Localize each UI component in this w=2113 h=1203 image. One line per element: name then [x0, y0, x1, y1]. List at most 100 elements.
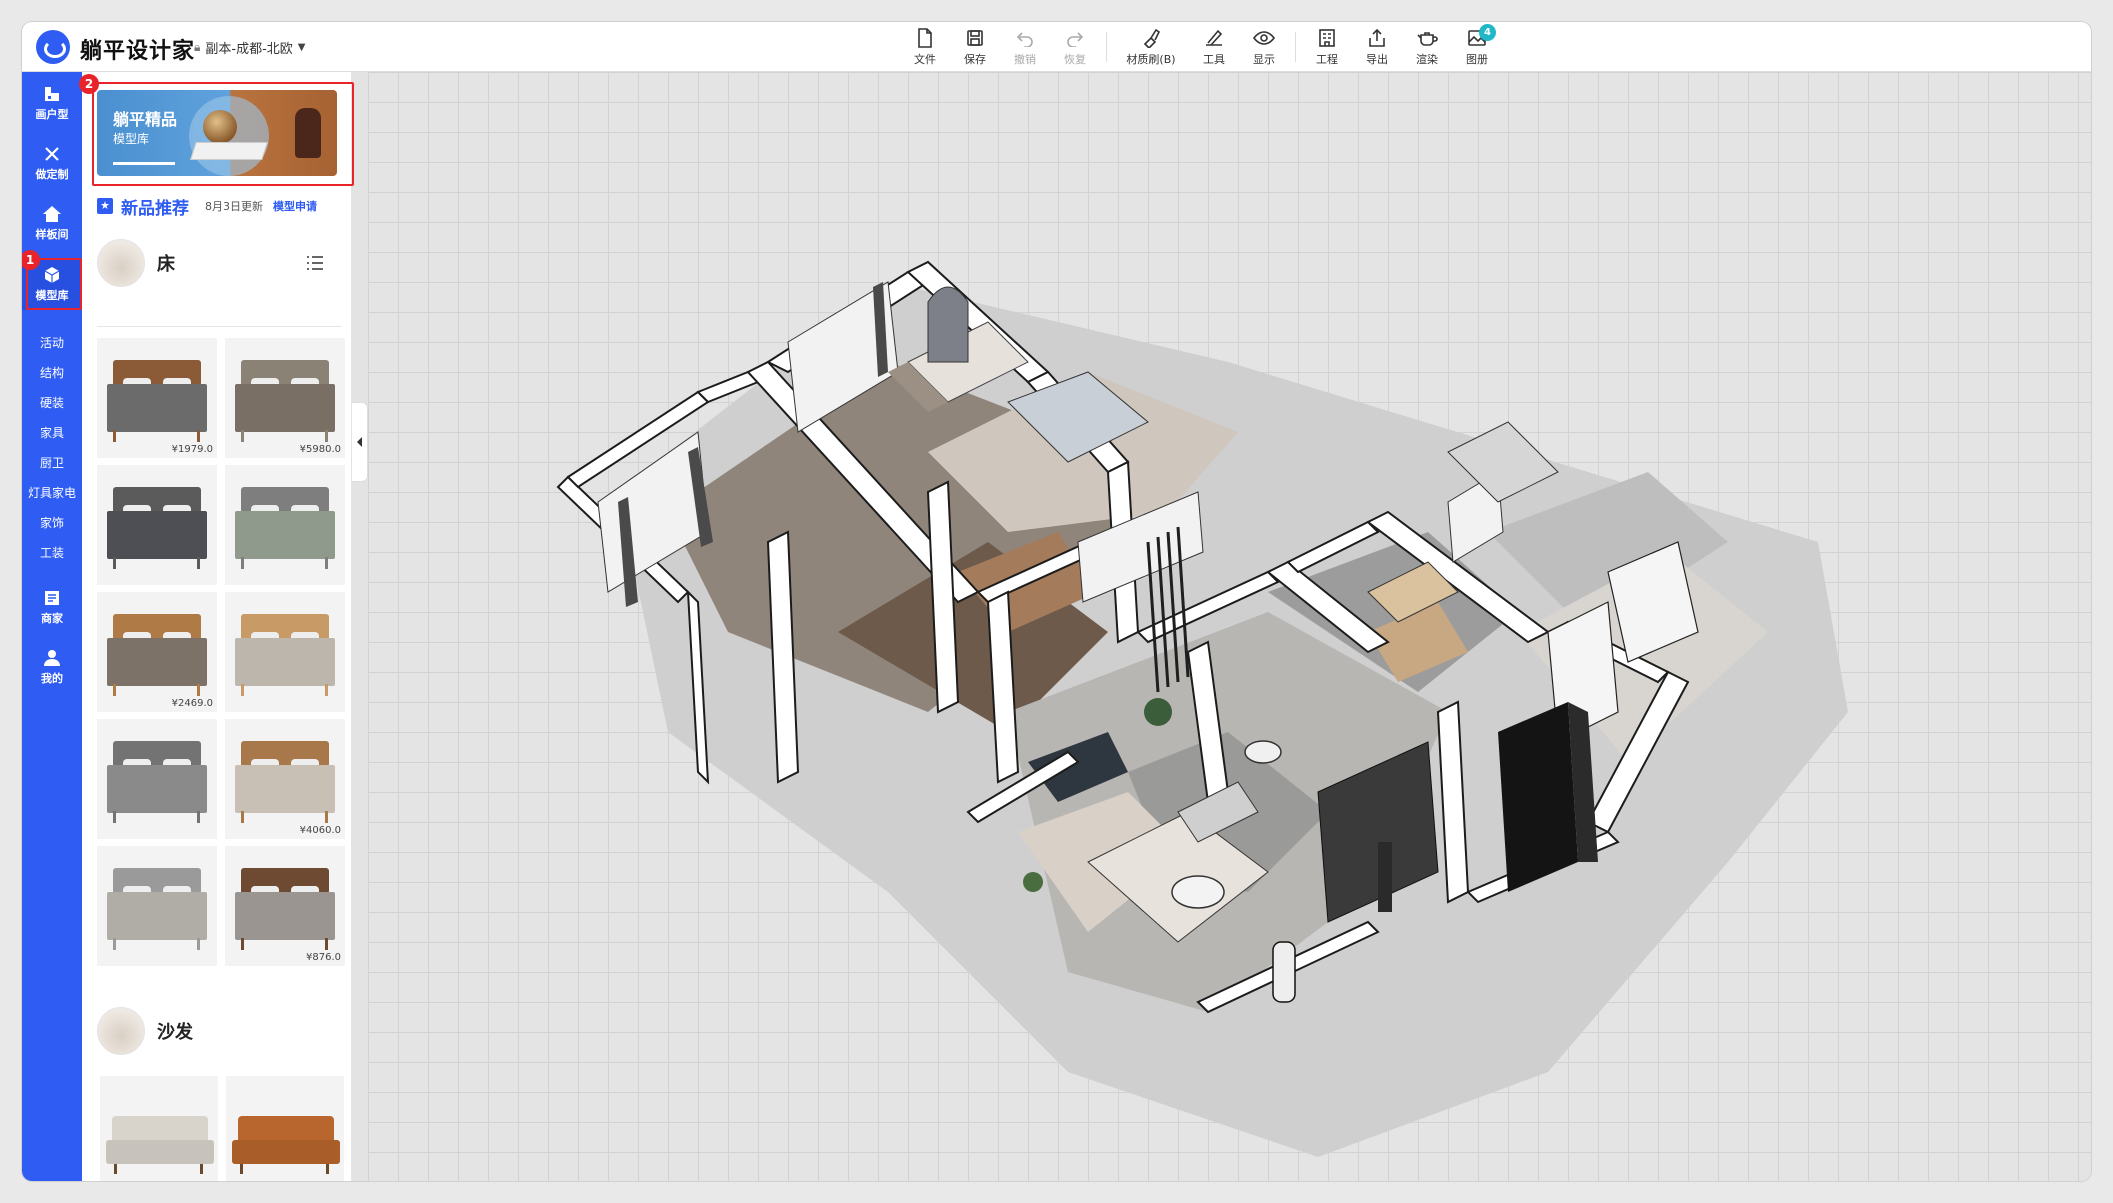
bed-leg: [113, 811, 116, 823]
product-price: ¥5980.0: [299, 444, 341, 455]
brush-icon: [1140, 27, 1162, 49]
file-label: 文件: [914, 53, 936, 66]
product-card[interactable]: ¥3675.0: [226, 1076, 344, 1181]
toolbar-divider: [1295, 32, 1296, 62]
logo-icon[interactable]: [36, 30, 70, 64]
new-products-header: 新品推荐 8月3日更新 模型申请: [97, 194, 342, 219]
product-card[interactable]: [225, 592, 345, 712]
project-button[interactable]: 工程: [1302, 24, 1352, 70]
product-card[interactable]: ¥5980.0: [225, 338, 345, 458]
bed-leg: [113, 557, 116, 569]
category-sofa[interactable]: 沙发: [97, 1004, 342, 1058]
toolbar-divider: [1106, 32, 1107, 62]
bed-leg: [113, 684, 116, 696]
sofa-leg: [114, 1164, 117, 1174]
render-button[interactable]: 渲染: [1402, 24, 1452, 70]
rail-item-floorplan[interactable]: 画户型: [22, 76, 82, 130]
bed-leg: [241, 557, 244, 569]
home-icon: [42, 204, 62, 224]
rail-item-showroom[interactable]: 样板间: [22, 196, 82, 250]
bed-leg: [197, 430, 200, 442]
rail-sub-decor[interactable]: 家饰: [22, 508, 82, 536]
sofa-seat: [232, 1140, 340, 1164]
product-card[interactable]: ¥10450.0: [100, 1076, 218, 1181]
bed-bedding: [235, 511, 335, 559]
sofa-product-grid: ¥10450.0¥3675.0: [100, 1076, 350, 1181]
undo-button[interactable]: 撤销: [1000, 24, 1050, 70]
sofa-seat: [106, 1140, 214, 1164]
bed-bedding: [107, 892, 207, 940]
product-card[interactable]: [97, 846, 217, 966]
rail-sub-activity[interactable]: 活动: [22, 328, 82, 356]
bed-bedding: [107, 765, 207, 813]
product-card[interactable]: ¥4060.0: [225, 719, 345, 839]
rail-item-mine[interactable]: 我的: [22, 640, 82, 694]
album-label: 图册: [1466, 53, 1488, 66]
product-card[interactable]: [97, 719, 217, 839]
redo-button[interactable]: 恢复: [1050, 24, 1100, 70]
model-apply-link[interactable]: 模型申请: [273, 198, 317, 214]
chevron-down-icon: ▼: [297, 42, 306, 53]
user-icon: [42, 648, 62, 668]
app-name: 躺平设计家: [80, 39, 196, 64]
divider: [97, 326, 342, 327]
bed-leg: [325, 811, 328, 823]
product-card[interactable]: [225, 465, 345, 585]
project-label: 工程: [1316, 53, 1338, 66]
file-button[interactable]: 文件: [900, 24, 950, 70]
rail-sub-structure[interactable]: 结构: [22, 358, 82, 386]
display-button[interactable]: 显示: [1239, 24, 1289, 70]
save-button[interactable]: 保存: [950, 24, 1000, 70]
app-window: 躺平设计家 🔒︎ 副本-成都-北欧 ▼ 文件 保存 撤销 恢复 材质刷(B) 工…: [22, 22, 2091, 1181]
rail-sub-hardscape[interactable]: 硬装: [22, 388, 82, 416]
panel-collapse-button[interactable]: [352, 402, 368, 482]
save-label: 保存: [964, 53, 986, 66]
ruler-icon: [1203, 27, 1225, 49]
export-icon: [1366, 27, 1388, 49]
rail-sub-furniture[interactable]: 家具: [22, 418, 82, 446]
product-card[interactable]: ¥876.0: [225, 846, 345, 966]
lock-icon: 🔒︎: [194, 40, 201, 54]
export-button[interactable]: 导出: [1352, 24, 1402, 70]
bed-leg: [197, 811, 200, 823]
rail-item-merchant[interactable]: 商家: [22, 580, 82, 634]
tools-icon: [42, 144, 62, 164]
product-price: ¥1979.0: [171, 444, 213, 455]
rail-sub-kitchen-bath[interactable]: 厨卫: [22, 448, 82, 476]
product-price: ¥2469.0: [171, 698, 213, 709]
bed-leg: [113, 938, 116, 950]
product-card[interactable]: ¥1979.0: [97, 338, 217, 458]
material-brush-button[interactable]: 材质刷(B): [1113, 24, 1189, 70]
category-bed[interactable]: 床: [97, 236, 342, 290]
model-library-panel: 躺平精品 模型库 新品推荐 8月3日更新 模型申请 床 ¥1979.0 ¥5980…: [82, 72, 352, 1181]
bed-leg: [113, 430, 116, 442]
bookmark-star-icon: [97, 198, 113, 214]
floorplan-3d-model[interactable]: [368, 72, 2091, 1181]
rail-sub-lighting[interactable]: 灯具家电: [22, 478, 82, 506]
product-card[interactable]: ¥2469.0: [97, 592, 217, 712]
bed-bedding: [107, 511, 207, 559]
album-button[interactable]: 图册 4: [1452, 24, 1502, 70]
display-label: 显示: [1253, 53, 1275, 66]
album-badge: 4: [1479, 24, 1496, 41]
file-icon: [914, 27, 936, 49]
rail-label: 画户型: [35, 108, 69, 121]
tools-button[interactable]: 工具: [1189, 24, 1239, 70]
teapot-icon: [1416, 27, 1438, 49]
render-label: 渲染: [1416, 53, 1438, 66]
rail-sub-commercial[interactable]: 工装: [22, 538, 82, 566]
material-brush-label: 材质刷(B): [1126, 53, 1176, 66]
rail-label: 我的: [41, 672, 63, 685]
product-price: ¥876.0: [306, 952, 341, 963]
bed-product-grid: ¥1979.0 ¥5980.0 ¥2469.0 ¥4060.0 ¥876.0: [97, 338, 347, 966]
bed-leg: [241, 938, 244, 950]
top-bar: 躺平设计家 🔒︎ 副本-成都-北欧 ▼ 文件 保存 撤销 恢复 材质刷(B) 工…: [22, 22, 2091, 72]
bed-bedding: [235, 765, 335, 813]
project-selector[interactable]: 🔒︎ 副本-成都-北欧 ▼: [194, 38, 305, 57]
bed-leg: [325, 557, 328, 569]
product-card[interactable]: [97, 465, 217, 585]
3d-viewport[interactable]: [368, 72, 2091, 1181]
sofa-category-thumbnail: [97, 1007, 145, 1055]
list-icon[interactable]: [306, 256, 324, 270]
rail-item-custom[interactable]: 做定制: [22, 136, 82, 190]
